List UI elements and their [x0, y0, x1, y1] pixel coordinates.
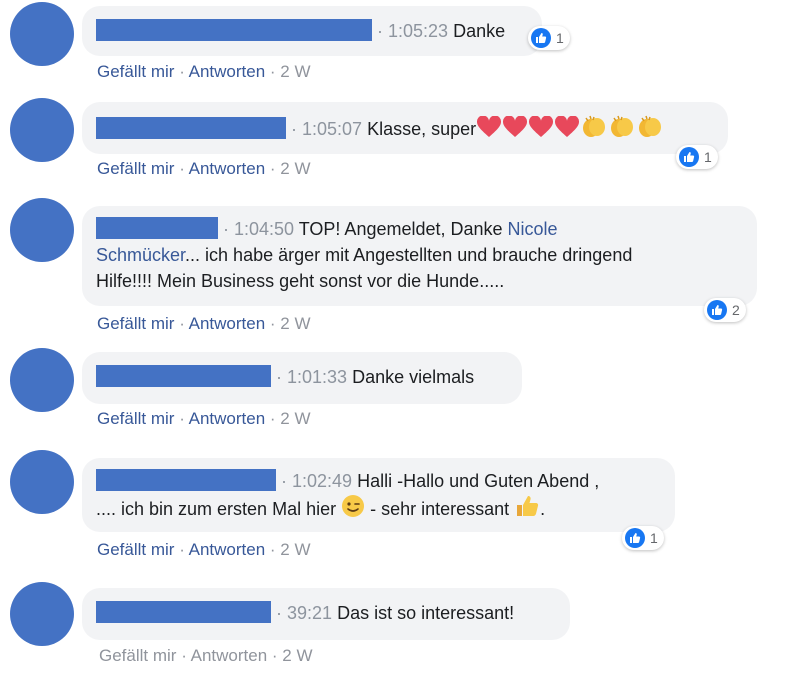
comment-actions: Gefällt mir · Antworten · 2 W — [97, 314, 311, 334]
emoji-row — [476, 115, 664, 139]
comment-bubble: · 1:02:49 Halli -Hallo und Guten Abend ,… — [82, 458, 675, 532]
avatar[interactable] — [10, 98, 74, 162]
avatar[interactable] — [10, 2, 74, 66]
thumbs-up-hand-icon — [517, 496, 539, 516]
reaction-count-label: 1 — [704, 149, 712, 165]
comment-text: Das ist so interessant! — [337, 603, 515, 623]
comment-text: Danke vielmals — [352, 367, 475, 387]
reaction-count[interactable]: 1 — [676, 145, 718, 169]
separator: · — [174, 159, 189, 178]
reaction-count[interactable]: 1 — [622, 526, 664, 550]
like-button[interactable]: Gefällt mir — [97, 409, 174, 428]
heart-icon — [503, 116, 528, 137]
reaction-count-label: 2 — [732, 302, 740, 318]
redacted-author-name[interactable] — [96, 365, 271, 387]
separator: · — [265, 159, 281, 178]
comment-line: Hilfe!!!! Mein Business geht sonst vor d… — [96, 271, 505, 291]
avatar[interactable] — [10, 582, 74, 646]
separator: · — [267, 646, 283, 665]
comment-bubble: · 1:04:50 TOP! Angemeldet, Danke Nicole … — [82, 206, 757, 306]
reply-button[interactable]: Antworten — [189, 62, 266, 81]
comment-actions: Gefällt mir · Antworten · 2 W — [97, 540, 311, 560]
comment-text: Halli -Hallo und Guten Abend , — [357, 471, 600, 491]
clapping-hands-icon — [583, 115, 606, 137]
comment-text: TOP! Angemeldet, Danke — [298, 219, 508, 239]
like-reaction-icon — [707, 300, 727, 320]
comment-line: Schmücker... ich habe ärger mit Angestel… — [96, 242, 743, 268]
comment-age[interactable]: 2 W — [280, 409, 310, 428]
like-button[interactable]: Gefällt mir — [97, 159, 174, 178]
avatar[interactable] — [10, 348, 74, 412]
redacted-author-name[interactable] — [96, 217, 218, 239]
comment-actions: Gefällt mir · Antworten · 2 W — [97, 62, 311, 82]
like-button[interactable]: Gefällt mir — [97, 540, 174, 559]
comment-bubble: · 1:01:33 Danke vielmals — [82, 352, 522, 404]
comment-age[interactable]: 2 W — [282, 646, 312, 665]
comment-timestamp[interactable]: · 1:02:49 — [276, 471, 352, 491]
separator: · — [265, 409, 281, 428]
comment-text: ... ich habe ärger mit Angestellten und … — [185, 245, 633, 265]
redacted-author-name[interactable] — [96, 601, 271, 623]
comment-timestamp[interactable]: · 1:05:07 — [291, 119, 362, 139]
comment-timestamp[interactable]: · 1:05:23 — [377, 21, 448, 41]
winking-smiley-icon — [342, 495, 365, 517]
comment-age[interactable]: 2 W — [280, 314, 310, 333]
comment-timestamp[interactable]: · 39:21 — [276, 603, 332, 623]
heart-icon — [477, 116, 502, 137]
comment-actions: Gefällt mir · Antworten · 2 W — [99, 646, 313, 666]
reply-button[interactable]: Antworten — [189, 540, 266, 559]
comment-age[interactable]: 2 W — [280, 62, 310, 81]
reaction-count[interactable]: 1 — [528, 26, 570, 50]
redacted-author-name[interactable] — [96, 19, 372, 41]
comment-text: . — [540, 499, 546, 519]
comment-line: .... ich bin zum ersten Mal hier - sehr … — [96, 494, 661, 522]
reply-button[interactable]: Antworten — [191, 646, 268, 665]
like-button[interactable]: Gefällt mir — [97, 62, 174, 81]
like-button[interactable]: Gefällt mir — [99, 646, 176, 665]
heart-icon — [529, 116, 554, 137]
comment-bubble: · 1:05:23 Danke — [82, 6, 542, 56]
mention-link[interactable]: Schmücker — [96, 245, 185, 265]
like-button[interactable]: Gefällt mir — [97, 314, 174, 333]
separator: · — [265, 540, 281, 559]
separator: · — [174, 540, 189, 559]
avatar[interactable] — [10, 198, 74, 262]
reaction-count-label: 1 — [556, 30, 564, 46]
clapping-hands-icon — [611, 115, 634, 137]
comment-timestamp[interactable]: · 1:04:50 — [218, 219, 294, 239]
comment-text: - sehr interessant — [365, 499, 515, 519]
separator: · — [265, 62, 281, 81]
like-reaction-icon — [679, 147, 699, 167]
heart-icon — [555, 116, 580, 137]
like-reaction-icon — [531, 28, 551, 48]
comment-bubble: · 1:05:07 Klasse, super — [82, 102, 728, 154]
comment-text: Danke — [453, 21, 506, 41]
mention-link[interactable]: Nicole — [508, 219, 558, 239]
comment-bubble: · 39:21 Das ist so interessant! — [82, 588, 570, 640]
comment-text: .... ich bin zum ersten Mal hier — [96, 499, 342, 519]
redacted-author-name[interactable] — [96, 469, 276, 491]
avatar[interactable] — [10, 450, 74, 514]
like-reaction-icon — [625, 528, 645, 548]
comment-age[interactable]: 2 W — [280, 159, 310, 178]
comment-line: · 1:04:50 TOP! Angemeldet, Danke Nicole — [96, 216, 743, 242]
separator: · — [174, 314, 189, 333]
comment-age[interactable]: 2 W — [280, 540, 310, 559]
redacted-author-name[interactable] — [96, 117, 286, 139]
comment-actions: Gefällt mir · Antworten · 2 W — [97, 159, 311, 179]
reaction-count[interactable]: 2 — [704, 298, 746, 322]
comment-actions: Gefällt mir · Antworten · 2 W — [97, 409, 311, 429]
separator: · — [174, 62, 189, 81]
separator: · — [174, 409, 189, 428]
separator: · — [176, 646, 191, 665]
clapping-hands-icon — [639, 115, 662, 137]
comment-text: Klasse, super — [367, 119, 477, 139]
reaction-count-label: 1 — [650, 530, 658, 546]
comment-timestamp[interactable]: · 1:01:33 — [276, 367, 347, 387]
comment-line: · 1:02:49 Halli -Hallo und Guten Abend , — [96, 468, 661, 494]
reply-button[interactable]: Antworten — [189, 409, 266, 428]
reply-button[interactable]: Antworten — [189, 314, 266, 333]
separator: · — [265, 314, 281, 333]
reply-button[interactable]: Antworten — [189, 159, 266, 178]
